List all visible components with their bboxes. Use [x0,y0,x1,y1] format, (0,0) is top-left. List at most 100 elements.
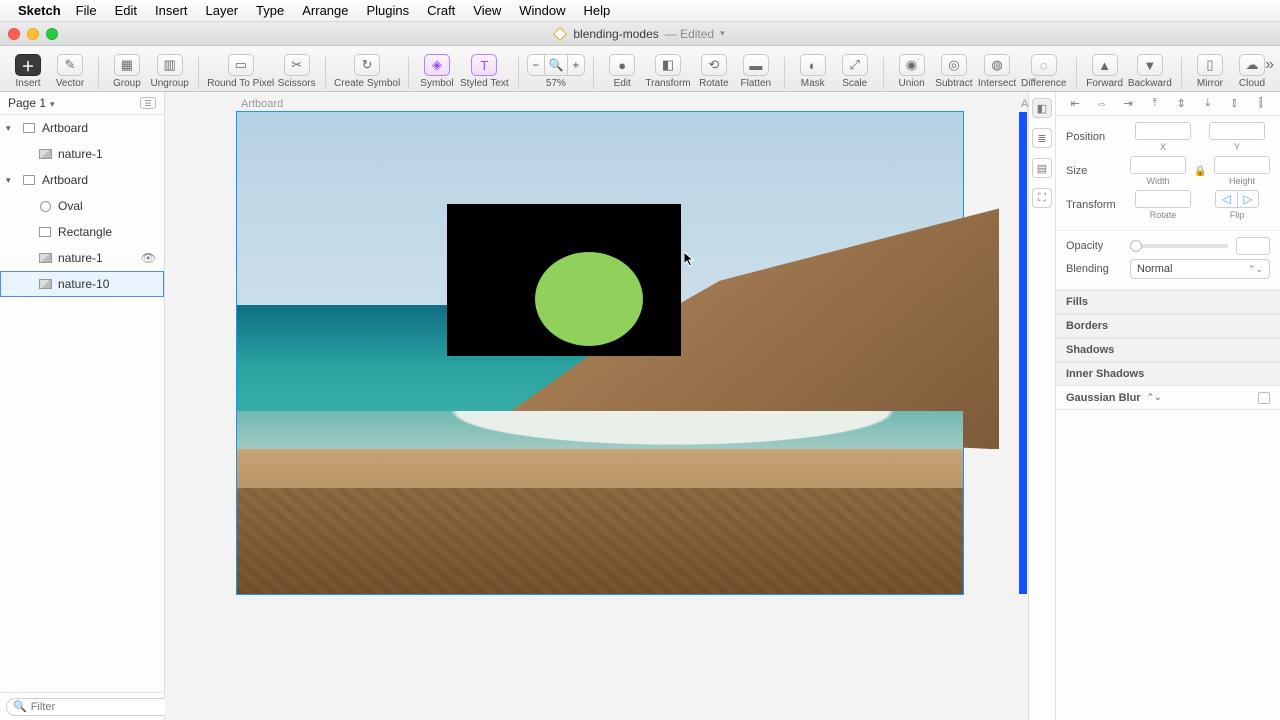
align-hcenter-icon[interactable]: ⇔ [1093,96,1111,112]
menu-craft[interactable]: Craft [418,3,464,18]
flatten-button[interactable]: ▬Flatten [736,54,776,89]
inspector-tab-align[interactable]: ≣ [1032,128,1052,148]
artboard-2-edge[interactable] [1019,112,1027,594]
menu-insert[interactable]: Insert [146,3,197,18]
inspector-tab-craft[interactable]: ◧ [1032,98,1052,118]
lock-icon[interactable]: 🔒 [1194,166,1206,177]
image-icon [38,278,52,290]
disclosure-triangle-icon[interactable]: ▾ [6,175,16,186]
scale-button[interactable]: ⤢Scale [835,54,875,89]
align-right-icon[interactable]: ⇥ [1119,96,1137,112]
ungroup-button[interactable]: ▥Ungroup [149,54,191,89]
scissors-button[interactable]: ✂Scissors [276,54,317,89]
align-bottom-icon[interactable]: ⤓ [1199,96,1217,112]
round-to-pixel-button[interactable]: ▭Round To Pixel [207,54,274,89]
menu-file[interactable]: File [67,3,106,18]
section-borders[interactable]: Borders [1056,314,1280,338]
backward-button[interactable]: ▼Backward [1127,54,1173,89]
traffic-light-minimize[interactable] [27,28,39,40]
layer-row-artboard[interactable]: ▾Artboard [0,167,164,193]
flip-h-button[interactable]: ◁ [1215,190,1237,208]
disclosure-triangle-icon[interactable]: ▾ [6,123,16,134]
align-top-icon[interactable]: ⤒ [1146,96,1164,112]
subtract-button[interactable]: ◎Subtract [934,54,975,89]
menu-type[interactable]: Type [247,3,293,18]
zoom-in-button[interactable]: + [567,54,585,76]
styled-text-button[interactable]: TStyled Text [459,54,510,89]
transform-button[interactable]: ◧Transform [644,54,692,89]
group-button[interactable]: ▦Group [107,54,147,89]
layer-row-nature-1[interactable]: nature-1 [0,141,164,167]
document-title[interactable]: blending-modes — Edited ▾ [555,27,724,41]
visibility-icon[interactable]: 👁 [141,251,156,265]
layer-row-nature-10[interactable]: nature-10 [0,271,164,297]
layer-row-artboard[interactable]: ▾Artboard [0,115,164,141]
section-fills[interactable]: Fills [1056,290,1280,314]
inspector-tab-resize[interactable]: ⛶ [1032,188,1052,208]
section-gaussian-blur[interactable]: Gaussian Blur⌃⌄ [1056,386,1280,410]
insert-button[interactable]: ＋Insert [8,54,48,89]
mask-button[interactable]: ◐Mask [793,54,833,89]
page-options-icon[interactable]: ☰ [140,97,156,109]
section-inner-shadows[interactable]: Inner Shadows [1056,362,1280,386]
menu-plugins[interactable]: Plugins [357,3,418,18]
artboard-1[interactable] [237,112,963,594]
position-x-input[interactable] [1135,122,1191,140]
page-selector[interactable]: Page 1▾ ☰ [0,92,164,115]
menu-arrange[interactable]: Arrange [293,3,357,18]
rotate-input[interactable] [1135,190,1191,208]
union-button[interactable]: ◉Union [892,54,932,89]
inspector-tab-text[interactable]: ▤ [1032,158,1052,178]
chevron-down-icon: ▾ [720,28,725,39]
layer-filter-input[interactable] [31,701,173,713]
flip-v-button[interactable]: ▷ [1237,190,1259,208]
mirror-button[interactable]: ▯Mirror [1190,54,1230,89]
edit-button[interactable]: ●Edit [602,54,642,89]
traffic-light-close[interactable] [8,28,20,40]
distribute-v-icon[interactable]: ⫿ [1252,96,1270,112]
zoom-out-button[interactable]: − [527,54,545,76]
symbol-button[interactable]: ◈Symbol [417,54,457,89]
vector-button[interactable]: ✎Vector [50,54,90,89]
layer-row-rectangle[interactable]: Rectangle [0,219,164,245]
align-left-icon[interactable]: ⇤ [1066,96,1084,112]
zoom-icon[interactable]: 🔍 [545,54,567,76]
round-to-pixel-icon: ▭ [228,54,254,76]
menu-window[interactable]: Window [510,3,574,18]
forward-button[interactable]: ▲Forward [1084,54,1124,89]
size-w-input[interactable] [1130,156,1186,174]
opacity-slider[interactable] [1130,244,1228,248]
size-w-sub: Width [1146,176,1169,186]
opacity-knob[interactable] [1130,240,1142,252]
traffic-light-zoom[interactable] [46,28,58,40]
oval-layer[interactable] [535,252,643,346]
toolbar-separator [408,57,409,89]
app-name[interactable]: Sketch [18,3,61,18]
difference-label: Difference [1021,78,1066,89]
menu-help[interactable]: Help [575,3,620,18]
align-vcenter-icon[interactable]: ⇕ [1172,96,1190,112]
canvas[interactable]: Artboard A [165,92,1028,720]
menu-layer[interactable]: Layer [197,3,248,18]
intersect-button[interactable]: ◍Intersect [976,54,1018,89]
layer-filter[interactable]: 🔍 [6,698,180,716]
layer-row-oval[interactable]: Oval [0,193,164,219]
menu-view[interactable]: View [464,3,510,18]
styled-text-label: Styled Text [460,78,509,89]
position-y-input[interactable] [1209,122,1265,140]
create-symbol-button[interactable]: ↻Create Symbol [334,54,400,89]
difference-button[interactable]: ◌Difference [1020,54,1068,89]
blending-select[interactable]: Normal ⌃⌄ [1130,259,1270,279]
gaussian-blur-checkbox[interactable] [1258,392,1270,404]
size-h-input[interactable] [1214,156,1270,174]
rotate-button[interactable]: ⟲Rotate [694,54,734,89]
section-shadows[interactable]: Shadows [1056,338,1280,362]
toolbar-overflow-icon[interactable]: » [1265,56,1274,74]
artboard-label-2[interactable]: A [1021,98,1028,110]
position-x-sub: X [1160,142,1166,152]
menu-edit[interactable]: Edit [106,3,146,18]
opacity-value-input[interactable] [1236,237,1270,255]
distribute-h-icon[interactable]: ⫾ [1225,96,1243,112]
artboard-label[interactable]: Artboard [241,98,283,110]
layer-row-nature-1[interactable]: nature-1👁 [0,245,164,271]
